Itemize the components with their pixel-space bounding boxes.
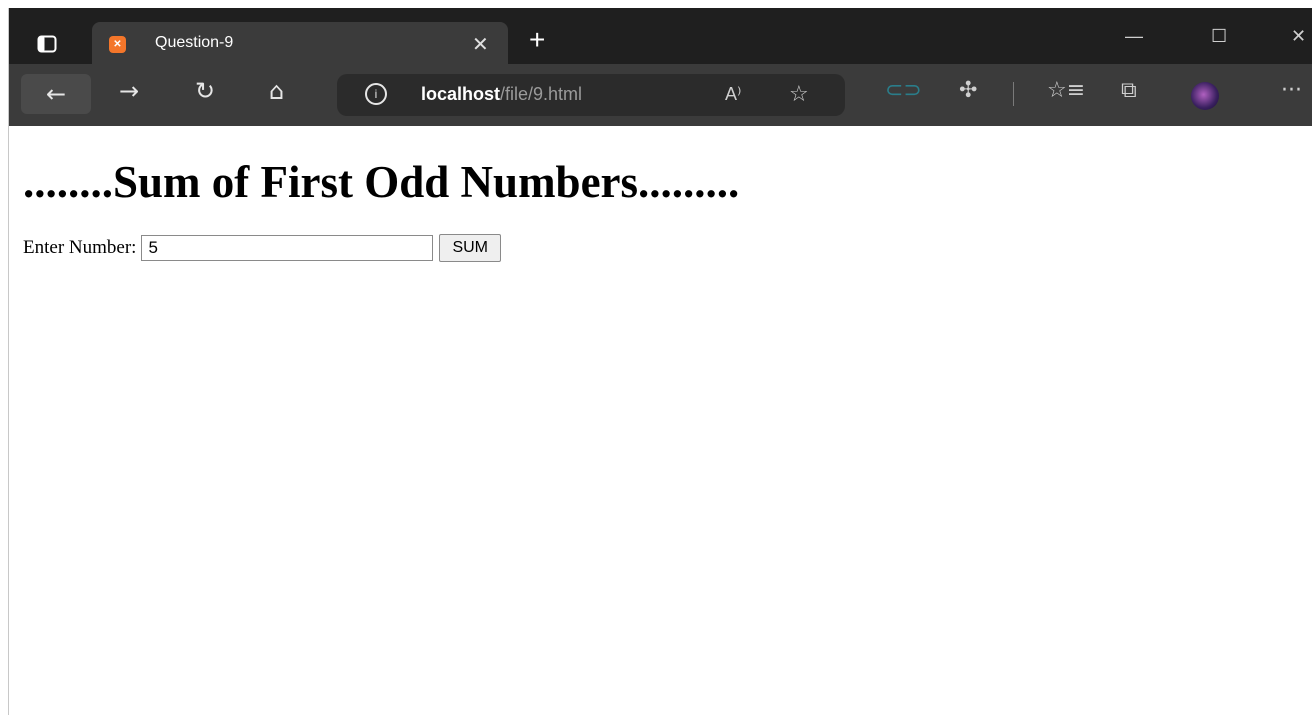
maximize-button[interactable]: ☐ xyxy=(1211,26,1227,47)
read-aloud-icon[interactable]: A⁾ xyxy=(725,84,741,105)
arrow-left-icon: ← xyxy=(45,80,67,108)
sum-button[interactable]: SUM xyxy=(439,234,501,262)
extension-icon[interactable]: ⊂⊃ xyxy=(885,78,922,103)
address-bar[interactable]: i localhost/file/9.html A⁾ ☆ xyxy=(337,74,845,116)
info-icon[interactable]: i xyxy=(365,83,387,105)
minimize-button[interactable]: — xyxy=(1125,26,1143,47)
more-options-icon[interactable]: ··· xyxy=(1281,78,1302,103)
url-text[interactable]: localhost/file/9.html xyxy=(421,84,582,105)
number-form: Enter Number: SUM xyxy=(23,234,501,262)
tab-bar: ✕ Question-9 ✕ + — ☐ ✕ xyxy=(9,8,1312,64)
outer-margin xyxy=(0,0,1312,8)
home-button[interactable]: ⌂ xyxy=(269,76,284,106)
navigation-bar: ← → ↻ ⌂ i localhost/file/9.html A⁾ ☆ ⊂⊃ … xyxy=(9,64,1312,126)
url-host: localhost xyxy=(421,84,501,104)
xampp-icon: ✕ xyxy=(109,36,126,53)
close-tab-icon[interactable]: ✕ xyxy=(472,32,489,57)
tab-actions-icon xyxy=(37,35,57,53)
tab-active[interactable]: ✕ Question-9 ✕ xyxy=(92,22,508,64)
url-path: /file/9.html xyxy=(500,84,583,104)
home-icon: ⌂ xyxy=(269,77,285,105)
browser-window: ✕ Question-9 ✕ + — ☐ ✕ ← → ↻ ⌂ i localho… xyxy=(8,8,1312,715)
favorites-icon[interactable]: ☆≡ xyxy=(1047,78,1085,103)
extensions-icon[interactable]: ✣ xyxy=(959,78,977,103)
close-window-button[interactable]: ✕ xyxy=(1291,26,1306,47)
new-tab-button[interactable]: + xyxy=(529,26,545,54)
toolbar-separator xyxy=(1013,82,1014,106)
arrow-right-icon: → xyxy=(119,77,140,105)
forward-button[interactable]: → xyxy=(119,76,139,106)
refresh-button[interactable]: ↻ xyxy=(195,76,215,106)
tab-actions-button[interactable] xyxy=(23,26,71,62)
page-title: ........Sum of First Odd Numbers........… xyxy=(23,157,740,207)
add-favorite-icon[interactable]: ☆ xyxy=(789,82,809,107)
back-button[interactable]: ← xyxy=(21,74,91,114)
tab-title: Question-9 xyxy=(155,34,234,51)
number-label: Enter Number: xyxy=(23,237,137,258)
collections-icon[interactable]: ⧉ xyxy=(1121,78,1137,103)
number-input[interactable] xyxy=(141,235,434,261)
page-content: ........Sum of First Odd Numbers........… xyxy=(9,126,1312,715)
refresh-icon: ↻ xyxy=(195,77,216,105)
profile-avatar[interactable] xyxy=(1191,82,1219,110)
